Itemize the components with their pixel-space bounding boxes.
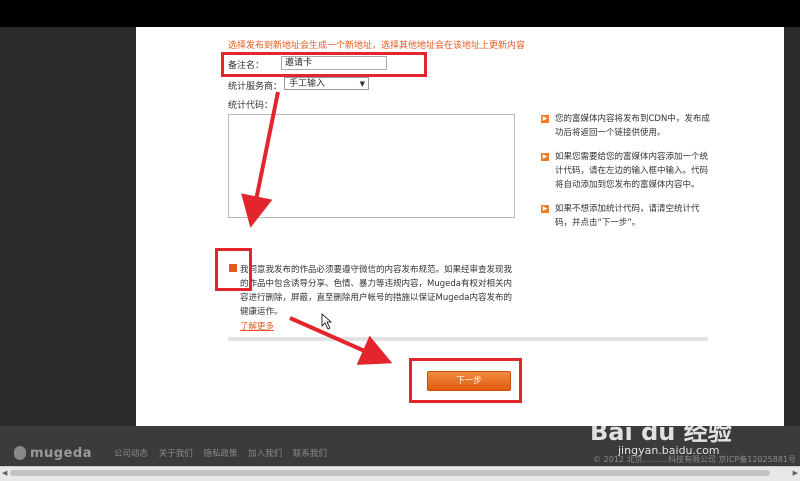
arrow-right-icon: ▶ bbox=[541, 115, 549, 123]
agree-text: 我同意我发布的作品必须要遵守微信的内容发布规范。如果经审查发现我的作品中包含诱导… bbox=[240, 265, 513, 317]
highlight-next-button bbox=[409, 358, 522, 403]
stat-provider-label: 统计服务商： bbox=[228, 82, 283, 92]
learn-more-link[interactable]: 了解更多 bbox=[240, 320, 274, 332]
arrow-right-icon: ▶ bbox=[541, 205, 549, 213]
tips-list: ▶ 您的富媒体内容将发布到CDN中，发布成功后将返回一个链接供使用。 ▶ 如果您… bbox=[541, 112, 716, 240]
tip-item: ▶ 如果不想添加统计代码，请清空统计代码，并点击“下一步”。 bbox=[541, 202, 716, 230]
tip-item: ▶ 如果您需要给您的富媒体内容添加一个统计代码，请在左边的输入框中输入。代码将自… bbox=[541, 150, 716, 192]
stat-provider-select[interactable]: 手工输入 ▼ bbox=[284, 77, 369, 90]
stat-provider-value: 手工输入 bbox=[289, 79, 326, 89]
right-background bbox=[784, 27, 800, 426]
tip-item: ▶ 您的富媒体内容将发布到CDN中，发布成功后将返回一个链接供使用。 bbox=[541, 112, 716, 140]
arrow-right-icon: ▶ bbox=[541, 153, 549, 161]
mugeda-logo[interactable]: mugeda bbox=[14, 446, 96, 466]
highlight-checkbox bbox=[215, 248, 252, 291]
watermark-brand: Bai du 经验 bbox=[590, 418, 732, 446]
baidu-watermark: Bai du 经验 jingyan.baidu.com bbox=[590, 412, 732, 457]
footer-link[interactable]: 隐私政策 bbox=[203, 449, 237, 459]
horizontal-scrollbar[interactable]: ◀ ▶ bbox=[0, 466, 800, 481]
stat-code-textarea[interactable] bbox=[228, 114, 515, 218]
footer-nav: 公司动态 关于我们 隐私政策 加入我们 联系我们 bbox=[114, 447, 335, 459]
footer-link[interactable]: 公司动态 bbox=[114, 449, 148, 459]
tip-text: 您的富媒体内容将发布到CDN中，发布成功后将返回一个链接供使用。 bbox=[555, 114, 710, 138]
logo-text: mugeda bbox=[30, 446, 93, 461]
divider bbox=[228, 337, 708, 341]
logo-icon bbox=[14, 446, 26, 460]
stat-code-label: 统计代码： bbox=[228, 101, 274, 111]
highlight-remark bbox=[221, 52, 427, 77]
scroll-right-icon[interactable]: ▶ bbox=[793, 469, 798, 477]
watermark-url: jingyan.baidu.com bbox=[618, 444, 720, 457]
publish-notice: 选择发布到新地址会生成一个新地址，选择其他地址会在该地址上更新内容 bbox=[228, 41, 526, 51]
top-bar bbox=[0, 0, 800, 27]
tip-text: 如果您需要给您的富媒体内容添加一个统计代码，请在左边的输入框中输入。代码将自动添… bbox=[555, 152, 709, 190]
footer-link[interactable]: 联系我们 bbox=[293, 449, 327, 459]
footer-link[interactable]: 加入我们 bbox=[248, 449, 282, 459]
scroll-left-icon[interactable]: ◀ bbox=[2, 469, 7, 477]
footer-link[interactable]: 关于我们 bbox=[159, 449, 193, 459]
tip-text: 如果不想添加统计代码，请清空统计代码，并点击“下一步”。 bbox=[555, 204, 700, 228]
left-background bbox=[0, 27, 136, 426]
chevron-down-icon: ▼ bbox=[359, 80, 365, 88]
scrollbar-thumb[interactable] bbox=[10, 470, 770, 476]
